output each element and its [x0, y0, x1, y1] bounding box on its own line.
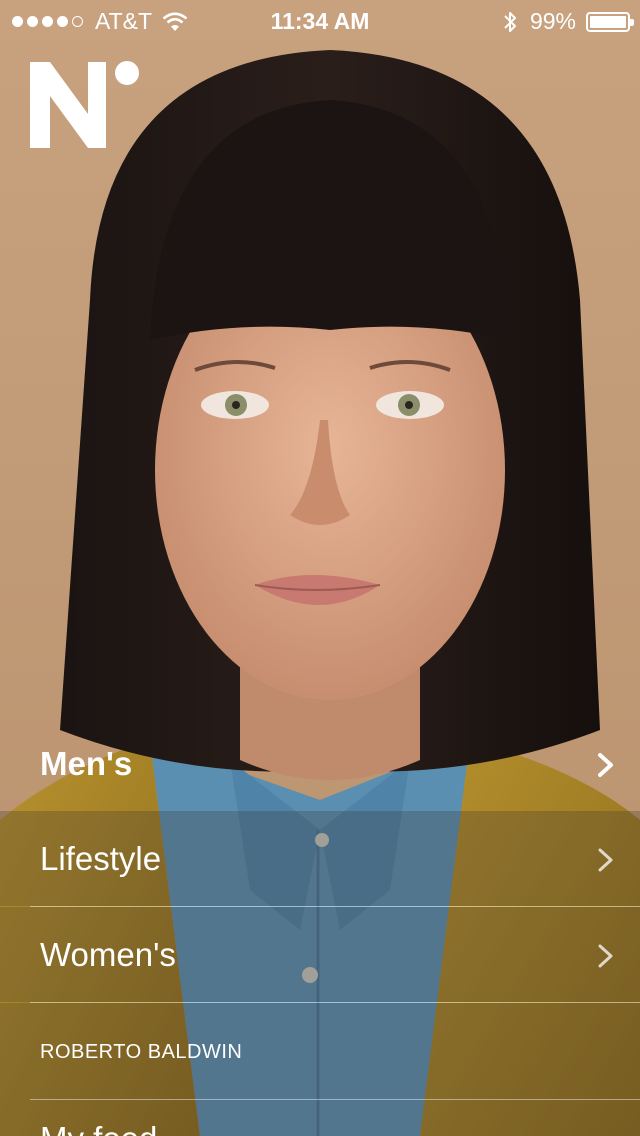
navigation-menu: Men's Lifestyle Women's ROBERTO BALDWIN …: [0, 716, 640, 1136]
user-section: ROBERTO BALDWIN My feed: [0, 1003, 640, 1136]
menu-divider: [30, 1099, 640, 1100]
battery-fill: [590, 15, 626, 28]
menu-item-mens[interactable]: Men's: [0, 716, 640, 811]
n-dot-logo[interactable]: [30, 60, 142, 150]
menu-item-label: Lifestyle: [40, 840, 162, 877]
menu-item-label: Women's: [40, 936, 176, 973]
menu-item-womens[interactable]: Women's: [0, 907, 640, 1002]
menu-item-my-feed[interactable]: My feed: [40, 1119, 157, 1136]
battery-percent: 99%: [529, 8, 576, 34]
app-screen: AT&T 11:34 AM 99% Men's Lifestyle Women'…: [0, 0, 640, 1136]
status-right: 99%: [502, 8, 634, 35]
battery-icon: [586, 11, 634, 32]
chevron-right-icon: [598, 753, 613, 777]
menu-item-lifestyle[interactable]: Lifestyle: [0, 811, 640, 906]
status-bar: AT&T 11:34 AM 99%: [0, 0, 640, 40]
section-header-user: ROBERTO BALDWIN: [40, 1041, 243, 1063]
chevron-right-icon: [598, 848, 613, 872]
chevron-right-icon: [598, 944, 613, 968]
menu-item-label: Men's: [40, 745, 133, 782]
bluetooth-icon: [504, 11, 516, 32]
